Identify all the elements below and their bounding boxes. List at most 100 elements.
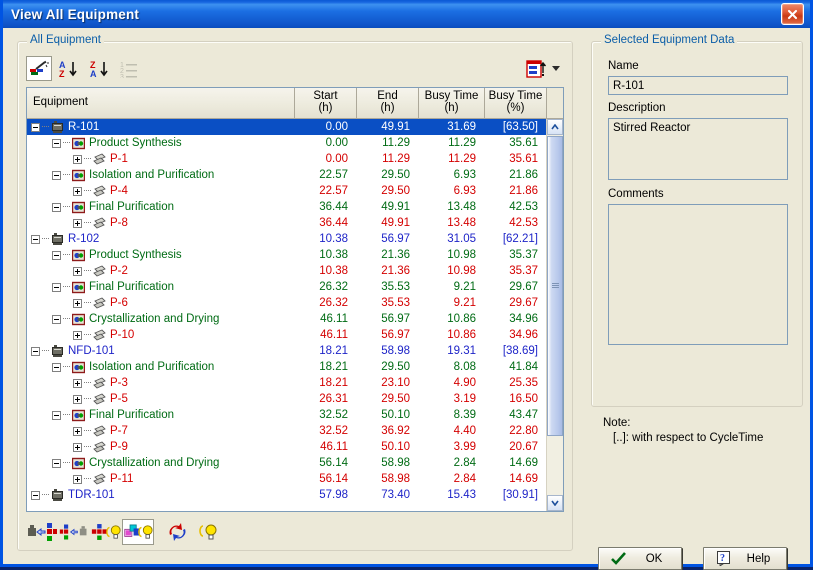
table-row[interactable]: Final Purification 36.44 49.91 13.48 42.53 <box>27 199 563 215</box>
collapse-icon[interactable] <box>52 410 61 420</box>
row-equipment-cell: TDR-101 <box>27 488 295 502</box>
row-equipment-cell: P-2 <box>27 264 295 278</box>
collapse-icon[interactable] <box>31 346 40 356</box>
operation-highlight-icon[interactable] <box>90 519 122 545</box>
table-row[interactable]: R-102 10.38 56.97 31.05 [62.21] <box>27 231 563 247</box>
table-row[interactable]: R-101 0.00 49.91 31.69 [63.50] <box>27 119 563 135</box>
row-start-value: 18.21 <box>319 345 348 357</box>
table-row[interactable]: Isolation and Purification 22.57 29.50 6.93… <box>27 167 563 183</box>
collapse-icon[interactable] <box>52 362 61 372</box>
table-row[interactable]: P-2 10.38 21.36 10.98 35.37 <box>27 263 563 279</box>
row-end-value: 21.36 <box>381 265 410 277</box>
collapse-icon[interactable] <box>31 490 40 500</box>
collapse-icon[interactable] <box>52 458 61 468</box>
table-row[interactable]: Final Purification 32.52 50.10 8.39 43.47 <box>27 407 563 423</box>
equipment-icon <box>51 120 64 134</box>
expand-icon[interactable] <box>73 298 82 308</box>
expand-icon[interactable] <box>73 442 82 452</box>
table-row[interactable]: P-3 18.21 23.10 4.90 25.35 <box>27 375 563 391</box>
expand-icon[interactable] <box>73 186 82 196</box>
operation-icon <box>72 361 85 374</box>
sort-ascending-icon[interactable]: A Z <box>56 56 82 81</box>
equipment-to-operation-icon[interactable] <box>26 519 58 545</box>
svg-text:?: ? <box>720 553 725 564</box>
table-row[interactable]: P-10 46.11 56.97 10.86 34.96 <box>27 327 563 343</box>
bulb-icon[interactable] <box>194 519 226 545</box>
row-label: P-8 <box>110 217 128 229</box>
expand-icon[interactable] <box>73 474 82 484</box>
collapse-icon[interactable] <box>52 282 61 292</box>
table-row[interactable]: P-11 56.14 58.98 2.84 14.69 <box>27 471 563 487</box>
name-field[interactable]: R-101 <box>608 76 788 95</box>
sort-descending-icon[interactable]: Z A <box>87 56 113 81</box>
table-row[interactable]: P-9 46.11 50.10 3.99 20.67 <box>27 439 563 455</box>
row-equipment-cell: P-8 <box>27 216 295 230</box>
table-row[interactable]: P-5 26.31 29.50 3.19 16.50 <box>27 391 563 407</box>
table-row[interactable]: Isolation and Purification 18.21 29.50 8.08… <box>27 359 563 375</box>
collapse-icon[interactable] <box>52 250 61 260</box>
row-label: Final Purification <box>89 409 175 421</box>
table-row[interactable]: P-1 0.00 11.29 11.29 35.61 <box>27 151 563 167</box>
row-equipment-cell: P-4 <box>27 184 295 198</box>
row-end-value: 58.98 <box>381 345 410 357</box>
table-row[interactable]: Product Synthesis 10.38 21.36 10.98 35.37 <box>27 247 563 263</box>
expand-icon[interactable] <box>73 378 82 388</box>
collapse-icon[interactable] <box>52 202 61 212</box>
column-header-busy-time-h[interactable]: Busy Time (h) <box>419 88 485 118</box>
procedure-highlight-icon[interactable] <box>122 519 154 545</box>
collapse-icon[interactable] <box>52 314 61 324</box>
collapse-icon[interactable] <box>52 138 61 148</box>
procedure-icon <box>93 216 106 230</box>
row-busy-percent-value: 20.67 <box>509 441 538 453</box>
table-row[interactable]: P-6 26.32 35.53 9.21 29.67 <box>27 295 563 311</box>
table-row[interactable]: Final Purification 26.32 35.53 9.21 29.67 <box>27 279 563 295</box>
column-header-end[interactable]: End (h) <box>357 88 419 118</box>
numbered-list-icon[interactable]: 1 2 3 <box>117 56 143 81</box>
row-label: Product Synthesis <box>89 137 182 149</box>
chevron-up-glyph <box>551 124 559 130</box>
expand-icon[interactable] <box>73 218 82 228</box>
equipment-to-operation-glyph <box>28 523 57 541</box>
row-busy-hours-value: 3.99 <box>453 441 476 453</box>
scroll-up-icon[interactable] <box>547 119 563 135</box>
procedure-icon <box>93 264 106 278</box>
column-header-start[interactable]: Start (h) <box>295 88 357 118</box>
column-header-busy-h-line2: (h) <box>444 102 459 114</box>
operation-icon-glyph <box>72 457 85 469</box>
operation-to-equipment-icon[interactable] <box>58 519 90 545</box>
expand-icon[interactable] <box>73 394 82 404</box>
expand-icon[interactable] <box>73 330 82 340</box>
table-row[interactable]: P-4 22.57 29.50 6.93 21.86 <box>27 183 563 199</box>
grid-vertical-scrollbar[interactable] <box>546 119 563 511</box>
expand-icon[interactable] <box>73 154 82 164</box>
comments-field[interactable] <box>608 204 788 345</box>
operation-icon-glyph <box>72 409 85 421</box>
operation-to-equipment-glyph <box>59 524 87 540</box>
scroll-down-icon[interactable] <box>547 495 563 511</box>
column-header-busy-time-pct[interactable]: Busy Time (%) <box>485 88 547 118</box>
note-line-2: [..]: with respect to CycleTime <box>613 432 764 444</box>
collapse-icon[interactable] <box>31 122 40 132</box>
row-busy-percent-value: 41.84 <box>509 361 538 373</box>
expand-icon[interactable] <box>73 266 82 276</box>
expand-icon[interactable] <box>73 426 82 436</box>
table-row[interactable]: Crystallization and Drying 56.14 58.98 2.84… <box>27 455 563 471</box>
table-row[interactable]: NFD-101 18.21 58.98 19.31 [38.69] <box>27 343 563 359</box>
table-row[interactable]: P-7 32.52 36.92 4.40 22.80 <box>27 423 563 439</box>
tree-connector <box>84 190 91 192</box>
collapse-icon[interactable] <box>52 170 61 180</box>
scrollbar-thumb[interactable] <box>547 136 563 436</box>
chevron-down-icon[interactable] <box>552 66 560 71</box>
collapse-icon[interactable] <box>31 234 40 244</box>
table-row[interactable]: P-8 36.44 49.91 13.48 42.53 <box>27 215 563 231</box>
filter-wand-icon[interactable] <box>26 56 52 81</box>
column-header-equipment[interactable]: Equipment <box>27 88 295 118</box>
close-icon[interactable] <box>781 3 804 25</box>
row-equipment-cell: Crystallization and Drying <box>27 457 295 470</box>
description-field[interactable]: Stirred Reactor <box>608 118 788 180</box>
table-row[interactable]: Product Synthesis 0.00 11.29 11.29 35.61 <box>27 135 563 151</box>
refresh-icon[interactable] <box>162 519 194 545</box>
table-row[interactable]: Crystallization and Drying 46.11 56.97 10.8… <box>27 311 563 327</box>
table-row[interactable]: TDR-101 57.98 73.40 15.43 [30.91] <box>27 487 563 503</box>
export-icon[interactable] <box>523 56 549 81</box>
